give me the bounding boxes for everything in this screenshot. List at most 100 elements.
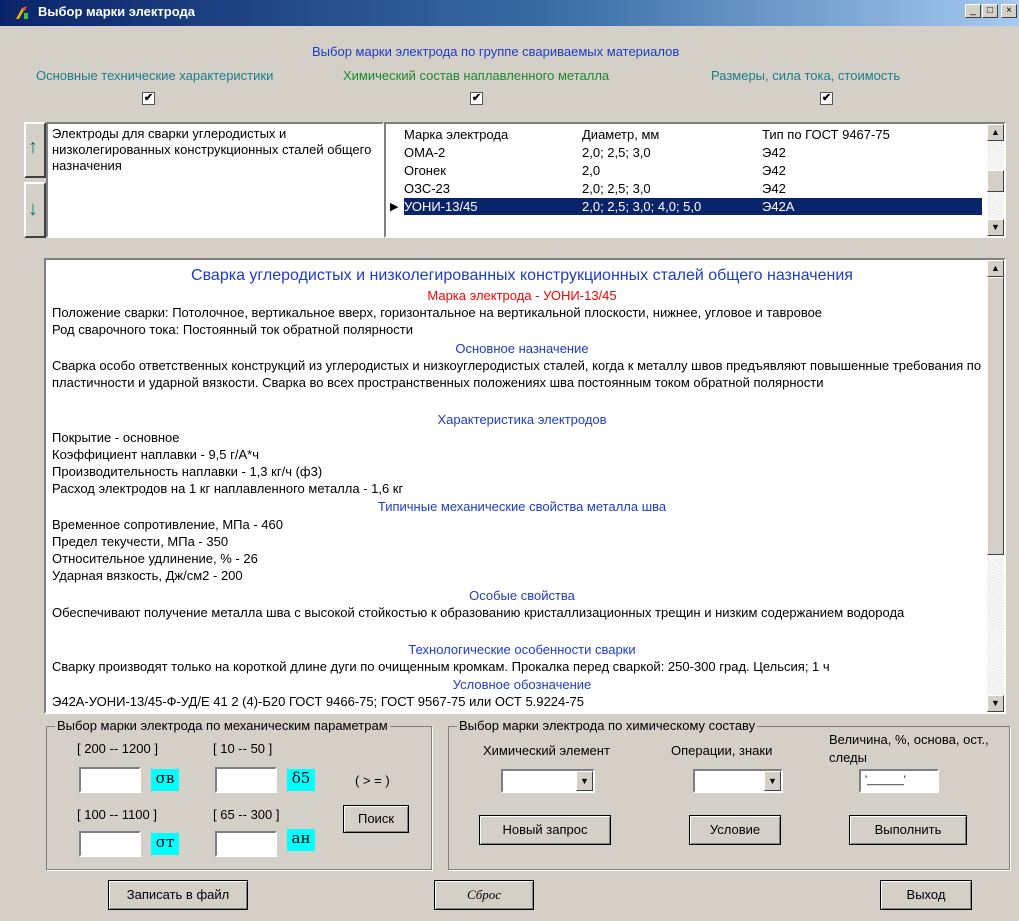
impact-toughness-input[interactable] xyxy=(215,831,277,857)
option-label-main-characteristics: Основные технические характеристики xyxy=(36,68,274,83)
info-mech-line: Предел текучести, МПа - 350 xyxy=(52,534,229,549)
option-label-sizes-current-cost: Размеры, сила тока, стоимость xyxy=(711,68,901,83)
minimize-button[interactable]: _ xyxy=(965,4,981,18)
info-memo[interactable]: Сварка углеродистых и низколегированных … xyxy=(44,258,1006,714)
info-heading-tech: Технологические особенности сварки xyxy=(408,642,636,657)
table-row[interactable]: ОЗС-23 2,0; 2,5; 3,0 Э42 xyxy=(404,180,982,197)
grade-table-header: Марка электрода Диаметр, мм Тип по ГОСТ … xyxy=(404,126,982,143)
info-tech: Сварку производят только на короткой дли… xyxy=(52,659,830,674)
group-description-box[interactable]: Электроды для сварки углеродистых и низк… xyxy=(46,122,384,238)
cell-gost-type: Э42 xyxy=(762,181,786,196)
group-description-text: Электроды для сварки углеродистых и низк… xyxy=(52,126,372,173)
main-window: Выбор марки электрода _ □ × Выбор марки … xyxy=(0,0,1019,921)
column-header-grade: Марка электрода xyxy=(404,127,509,142)
range-tensile-strength: [ 200 -- 1200 ] xyxy=(77,741,158,756)
title-bar[interactable]: Выбор марки электрода _ □ × xyxy=(0,0,1019,26)
save-to-file-button[interactable]: Записать в файл xyxy=(108,880,248,910)
info-heading-special: Особые свойства xyxy=(469,588,575,603)
cell-diameter: 2,0 xyxy=(582,163,601,178)
table-row-selected[interactable]: УОНИ-13/45 2,0; 2,5; 3,0; 4,0; 5,0 Э42А xyxy=(404,198,982,215)
next-group-button[interactable]: ↓ xyxy=(24,182,46,238)
range-impact-toughness: [ 65 -- 300 ] xyxy=(213,807,280,822)
table-row[interactable]: Огонек 2,0 Э42 xyxy=(404,162,982,179)
cell-gost-type: Э42А xyxy=(762,199,795,214)
info-mech-line: Временное сопротивление, МПа - 460 xyxy=(52,517,283,532)
condition-button[interactable]: Условие xyxy=(689,815,781,845)
column-header-gost-type: Тип по ГОСТ 9467-75 xyxy=(762,127,890,142)
info-special: Обеспечивают получение металла шва с выс… xyxy=(52,605,905,620)
chemical-element-label: Химический элемент xyxy=(483,743,610,758)
column-header-diameter: Диаметр, мм xyxy=(582,127,660,142)
chevron-down-icon[interactable]: ▼ xyxy=(576,771,593,791)
info-heading-purpose: Основное назначение xyxy=(455,341,589,356)
cell-diameter: 2,0; 2,5; 3,0; 4,0; 5,0 xyxy=(582,199,702,214)
scroll-thumb[interactable] xyxy=(987,170,1004,192)
mech-search-group: Выбор марки электрода по механическим па… xyxy=(46,718,432,870)
elongation-input[interactable] xyxy=(215,767,277,793)
exit-button[interactable]: Выход xyxy=(880,880,972,910)
arrow-up-icon: ↑ xyxy=(28,136,38,158)
scroll-down-arrow-icon[interactable]: ▼ xyxy=(987,219,1004,236)
close-button[interactable]: × xyxy=(1001,4,1017,18)
row-pointer-icon: ▶ xyxy=(390,201,399,213)
info-mech-line: Ударная вязкость, Дж/см2 - 200 xyxy=(52,568,243,583)
value-input[interactable]: '______' xyxy=(859,769,939,793)
checkbox-main-characteristics[interactable]: ✔ xyxy=(142,92,155,105)
scroll-up-arrow-icon[interactable]: ▲ xyxy=(987,124,1004,141)
maximize-button[interactable]: □ xyxy=(982,4,998,18)
range-elongation: [ 10 -- 50 ] xyxy=(213,741,273,756)
search-button[interactable]: Поиск xyxy=(343,805,409,833)
scroll-down-arrow-icon[interactable]: ▼ xyxy=(987,695,1004,712)
checkbox-sizes-current-cost[interactable]: ✔ xyxy=(820,92,833,105)
cell-diameter: 2,0; 2,5; 3,0 xyxy=(582,181,651,196)
prev-group-button[interactable]: ↑ xyxy=(24,122,46,178)
compare-operator-label: ( > = ) xyxy=(355,773,390,788)
scroll-up-arrow-icon[interactable]: ▲ xyxy=(987,260,1004,277)
app-icon xyxy=(16,6,28,19)
operations-select[interactable]: ▼ xyxy=(693,769,783,793)
sigma-b-symbol: σв xyxy=(151,769,179,791)
scroll-thumb[interactable] xyxy=(987,277,1004,555)
execute-button[interactable]: Выполнить xyxy=(849,815,967,845)
checkbox-chemical-composition[interactable]: ✔ xyxy=(470,92,483,105)
option-label-chemical-composition: Химический состав наплавленного металла xyxy=(343,68,610,83)
delta-5-symbol: δ5 xyxy=(287,769,315,791)
info-designation: Э42А-УОНИ-13/45-Ф-УД/Е 41 2 (4)-Б20 ГОСТ… xyxy=(52,694,584,709)
info-mech-line: Относительное удлинение, % - 26 xyxy=(52,551,258,566)
arrow-down-icon: ↓ xyxy=(28,198,38,220)
cell-diameter: 2,0; 2,5; 3,0 xyxy=(582,145,651,160)
operations-label: Операции, знаки xyxy=(671,743,773,758)
info-grade-line: Марка электрода - УОНИ-13/45 xyxy=(427,288,617,303)
info-title: Сварка углеродистых и низколегированных … xyxy=(191,267,853,284)
info-position: Положение сварки: Потолочное, вертикальн… xyxy=(52,305,823,320)
info-char-line: Покрытие - основное xyxy=(52,430,180,445)
info-heading-designation: Условное обозначение xyxy=(452,677,592,692)
chem-search-legend: Выбор марки электрода по химическому сос… xyxy=(457,718,758,733)
tensile-strength-input[interactable] xyxy=(79,767,141,793)
cell-grade: ОЗС-23 xyxy=(404,181,450,196)
yield-strength-input[interactable] xyxy=(79,831,141,857)
info-char-line: Коэффициент наплавки - 9,5 г/А*ч xyxy=(52,447,259,462)
cell-gost-type: Э42 xyxy=(762,163,786,178)
cell-grade: Огонек xyxy=(404,163,446,178)
main-title: Выбор марки электрода по группе сваривае… xyxy=(312,44,680,59)
info-char-line: Расход электродов на 1 кг наплавленного … xyxy=(52,481,404,496)
window-title: Выбор марки электрода xyxy=(38,4,195,19)
reset-button[interactable]: Сброс xyxy=(434,880,534,910)
chemical-element-select[interactable]: ▼ xyxy=(501,769,595,793)
new-query-button[interactable]: Новый запрос xyxy=(479,815,611,845)
range-yield-strength: [ 100 -- 1100 ] xyxy=(77,807,157,822)
cell-grade: ОМА-2 xyxy=(404,145,446,160)
chem-search-group: Выбор марки электрода по химическому сос… xyxy=(448,718,1010,870)
sigma-t-symbol: σт xyxy=(151,833,179,855)
cell-gost-type: Э42 xyxy=(762,145,786,160)
table-row[interactable]: ОМА-2 2,0; 2,5; 3,0 Э42 xyxy=(404,144,982,161)
info-purpose: Сварка особо ответственных конструкций и… xyxy=(52,358,982,390)
grade-table[interactable]: Марка электрода Диаметр, мм Тип по ГОСТ … xyxy=(384,122,1006,238)
a-n-symbol: aн xyxy=(287,829,315,851)
info-heading-characteristics: Характеристика электродов xyxy=(437,412,607,427)
mech-search-legend: Выбор марки электрода по механическим па… xyxy=(55,718,390,733)
cell-grade: УОНИ-13/45 xyxy=(404,199,478,214)
info-char-line: Производительность наплавки - 1,3 кг/ч (… xyxy=(52,464,323,479)
chevron-down-icon[interactable]: ▼ xyxy=(764,771,781,791)
